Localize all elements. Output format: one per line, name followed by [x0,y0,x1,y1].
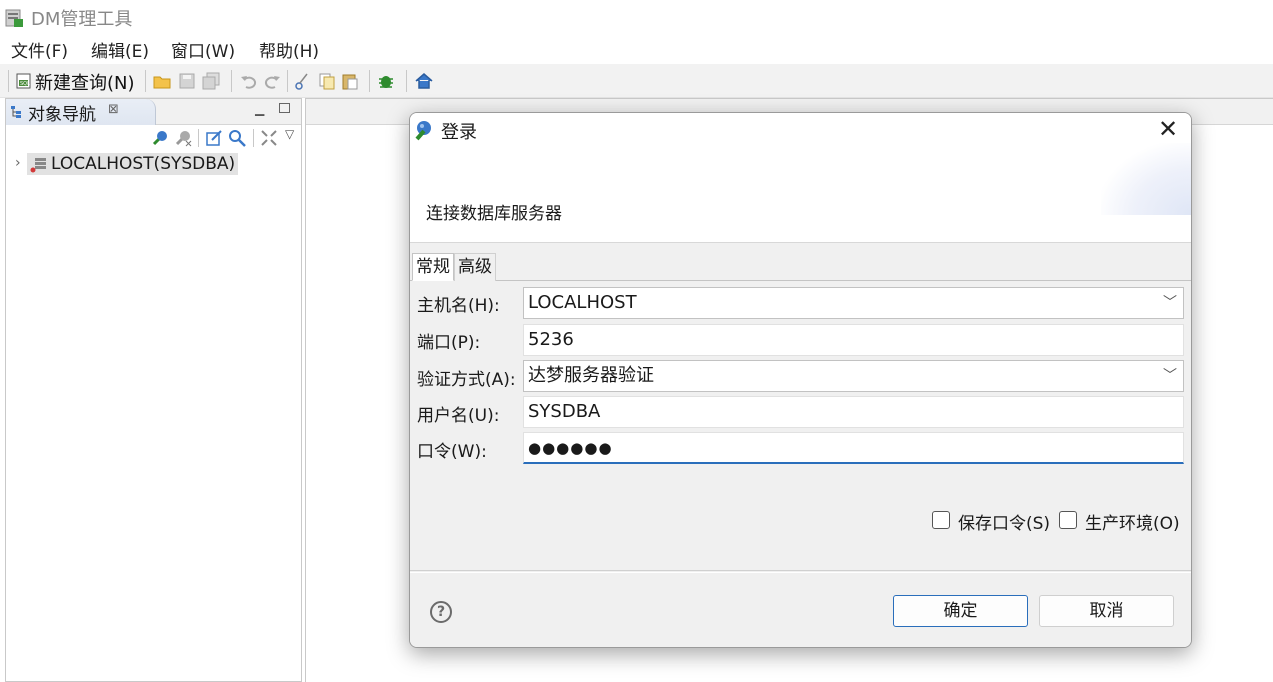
debug-bug-icon[interactable] [377,72,395,90]
general-tab-panel: 主机名(H): LOCALHOST ﹀ 端口(P): 5236 验证方式(A):… [410,281,1191,571]
chevron-right-icon[interactable]: › [15,155,21,171]
dialog-footer: ? 确定 取消 [410,572,1191,647]
password-input[interactable]: ●●●●●● [523,432,1184,464]
tree-item-localhost[interactable]: › LOCALHOST(SYSDBA) [6,153,301,177]
undo-icon[interactable] [240,72,258,90]
tab-object-navigator[interactable]: 对象导航 ⊠ [6,99,156,125]
production-env-label[interactable]: 生产环境(O) [1085,509,1180,534]
new-query-icon[interactable]: SQL [15,72,33,90]
auth-method-combobox[interactable]: 达梦服务器验证 ﹀ [523,360,1184,392]
toolbar-separator [253,129,254,147]
object-navigator-panel: 对象导航 ⊠ ▁ ▽ › LOCALHOST(SYSDBA) [5,98,302,682]
menu-bar: 文件(F) 编辑(E) 窗口(W) 帮助(H) [0,34,1273,64]
navigator-tab-strip: 对象导航 ⊠ ▁ [6,99,301,125]
save-password-label[interactable]: 保存口令(S) [958,509,1050,534]
chevron-down-icon[interactable]: ﹀ [1163,361,1177,391]
user-label: 用户名(U): [417,406,500,426]
navigator-tab-label: 对象导航 [28,105,96,125]
toolbar-separator [406,70,407,92]
dialog-header: 登录 ✕ 连接数据库服务器 [410,113,1191,243]
login-dialog: 登录 ✕ 连接数据库服务器 常规 高级 主机名(H): LOCALHOST ﹀ … [409,112,1192,648]
port-input[interactable]: 5236 [523,324,1184,356]
auth-label: 验证方式(A): [417,370,516,390]
new-query-button[interactable]: 新建查询(N) [35,69,135,95]
navigator-tree-icon [11,106,21,118]
password-label: 口令(W): [417,442,487,462]
cancel-button[interactable]: 取消 [1039,595,1174,627]
menu-window[interactable]: 窗口(W) [171,37,235,62]
navigator-toolbar: ▽ [6,125,301,151]
disconnect-icon[interactable] [174,129,192,147]
database-server-icon [30,158,46,173]
redo-icon[interactable] [263,72,281,90]
toolbar: SQL 新建查询(N) [0,64,1273,98]
username-value: SYSDBA [528,401,601,422]
dialog-tabs: 常规 高级 [410,251,1191,281]
toolbar-separator [145,70,146,92]
auth-value: 达梦服务器验证 [528,365,654,386]
view-menu-chevron-icon[interactable]: ▽ [285,127,303,145]
chevron-down-icon[interactable]: ﹀ [1163,288,1177,318]
toolbar-separator [8,70,9,92]
cut-icon[interactable] [294,72,312,90]
minimize-icon[interactable]: ▁ [255,102,264,116]
port-label: 端口(P): [417,333,481,353]
host-combobox[interactable]: LOCALHOST ﹀ [523,287,1184,319]
host-value: LOCALHOST [528,292,637,313]
toolbar-separator [369,70,370,92]
tab-advanced[interactable]: 高级 [454,253,496,281]
tab-general[interactable]: 常规 [412,253,454,281]
ok-button[interactable]: 确定 [893,595,1028,627]
save-all-icon[interactable] [202,72,220,90]
svg-text:SQL: SQL [20,81,30,87]
toolbar-separator [231,70,232,92]
menu-help[interactable]: 帮助(H) [259,37,319,62]
password-mask: ●●●●●● [528,439,613,457]
production-env-checkbox[interactable] [1059,511,1077,529]
close-icon[interactable]: ✕ [1155,115,1181,143]
close-icon[interactable]: ⊠ [108,102,119,117]
header-decoration [1101,143,1191,215]
title-bar: DM管理工具 [0,0,1273,34]
dialog-subtitle: 连接数据库服务器 [426,204,562,224]
save-password-checkbox[interactable] [932,511,950,529]
paste-icon[interactable] [341,72,359,90]
dialog-title: 登录 [441,122,477,143]
app-grid-icon [5,9,23,27]
help-icon[interactable]: ? [430,601,452,623]
collapse-all-icon[interactable] [260,129,278,147]
login-icon [415,121,431,141]
menu-file[interactable]: 文件(F) [11,37,68,62]
copy-icon[interactable] [318,72,336,90]
connect-icon[interactable] [151,129,169,147]
menu-edit[interactable]: 编辑(E) [91,37,149,62]
host-label: 主机名(H): [417,296,500,316]
window-title: DM管理工具 [31,9,133,30]
edit-icon[interactable] [205,129,223,147]
toolbar-separator [198,129,199,147]
port-value: 5236 [528,329,574,350]
maximize-icon[interactable] [279,103,290,113]
toolbar-separator [287,70,288,92]
save-icon[interactable] [178,72,196,90]
search-icon[interactable] [228,129,246,147]
username-input[interactable]: SYSDBA [523,396,1184,428]
open-folder-icon[interactable] [153,72,171,90]
home-icon[interactable] [415,72,433,90]
tree-item-label[interactable]: LOCALHOST(SYSDBA) [27,153,239,175]
